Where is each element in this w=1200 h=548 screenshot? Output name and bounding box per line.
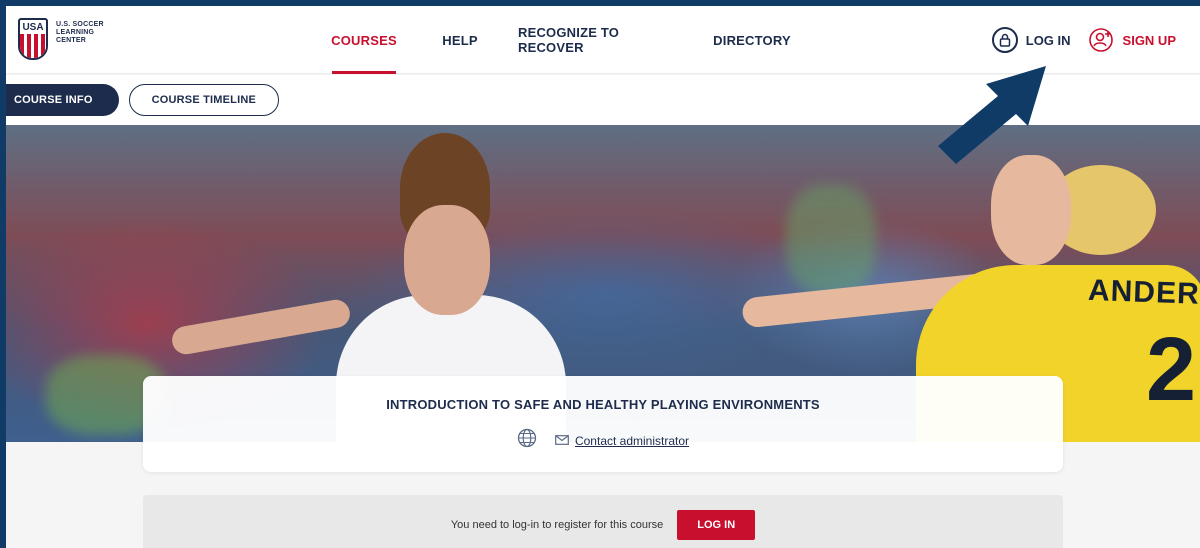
logo-line: U.S. SOCCER: [56, 21, 104, 28]
crowd-blur: [786, 185, 876, 295]
login-link[interactable]: LOG IN: [991, 27, 1071, 53]
signup-label: SIGN UP: [1122, 32, 1176, 48]
us-soccer-logo[interactable]: USA U.S. SOCCER LEARNING CENTER: [18, 18, 104, 60]
nav-help[interactable]: HELP: [430, 6, 490, 74]
nav-courses[interactable]: COURSES: [331, 6, 397, 74]
course-meta: Contact administrator: [143, 428, 1063, 453]
crest-stripes: [20, 34, 46, 58]
register-login-button[interactable]: LOG IN: [677, 510, 756, 540]
annotation-arrow-icon: [938, 66, 1046, 164]
nav-recognize-to-recover[interactable]: RECOGNIZE TO RECOVER: [518, 6, 676, 74]
page: USA U.S. SOCCER LEARNING CENTER COURSES …: [6, 6, 1200, 548]
nav-directory[interactable]: DIRECTORY: [710, 6, 794, 74]
course-title: INTRODUCTION TO SAFE AND HEALTHY PLAYING…: [386, 397, 820, 412]
lock-icon: [991, 27, 1018, 53]
contact-admin-link[interactable]: Contact administrator: [555, 434, 689, 448]
user-add-icon: [1088, 27, 1115, 53]
contact-admin-label: Contact administrator: [574, 433, 690, 448]
opponent-head: [991, 155, 1071, 265]
jersey-number: 2: [1146, 320, 1197, 420]
course-info-card: INTRODUCTION TO SAFE AND HEALTHY PLAYING…: [143, 376, 1063, 472]
signup-link[interactable]: SIGN UP: [1088, 27, 1176, 53]
login-label: LOG IN: [1025, 32, 1071, 48]
player-head: [404, 205, 490, 315]
crest-text: USA: [22, 22, 44, 33]
envelope-icon: [555, 434, 569, 448]
crest-icon: USA: [18, 18, 48, 60]
register-prompt: You need to log-in to register for this …: [143, 495, 1063, 548]
logo-text: U.S. SOCCER LEARNING CENTER: [56, 21, 104, 45]
tab-course-timeline[interactable]: COURSE TIMELINE: [128, 84, 280, 116]
main-nav: COURSES HELP RECOGNIZE TO RECOVER DIRECT…: [316, 6, 794, 74]
logo-line: LEARNING: [56, 29, 95, 36]
player-arm: [169, 297, 353, 357]
logo-line: CENTER: [56, 37, 86, 44]
register-message: You need to log-in to register for this …: [450, 519, 664, 531]
jersey-name: ANDERSSO: [1087, 273, 1200, 314]
tab-course-info[interactable]: COURSE INFO: [6, 84, 119, 116]
globe-icon[interactable]: [517, 428, 537, 453]
